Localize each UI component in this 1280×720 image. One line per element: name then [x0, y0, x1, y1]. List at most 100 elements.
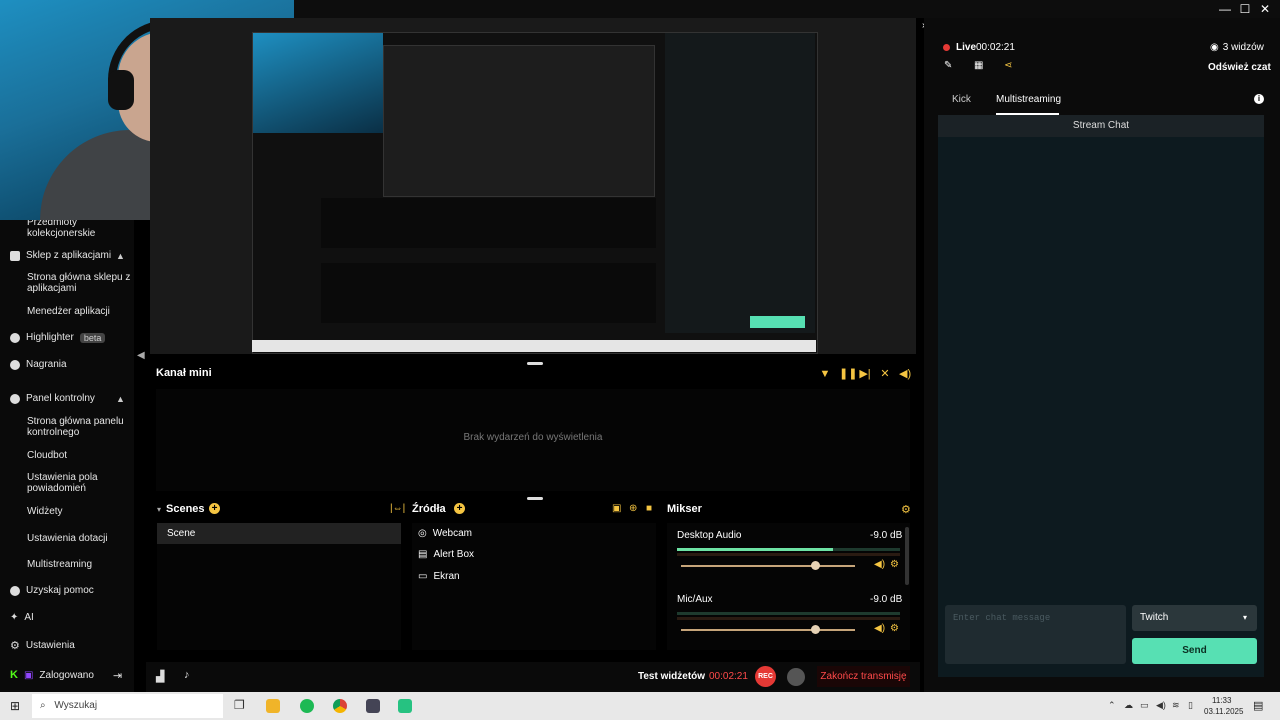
mixer-scrollbar[interactable] — [905, 527, 909, 585]
source-item[interactable]: ▤ Alert Box — [418, 549, 474, 560]
account-status[interactable]: K ▣ Zalogowano — [10, 669, 94, 681]
tab-multistreaming[interactable]: Multistreaming — [996, 94, 1061, 105]
add-source-icon[interactable]: + — [454, 503, 465, 514]
clock-date[interactable]: 03.11.2025 — [1204, 707, 1243, 716]
filter-icon[interactable]: ▼ — [819, 368, 831, 380]
share-icon[interactable]: ⋖ — [1004, 60, 1012, 71]
refresh-chat-button[interactable]: Odśwież czat — [1208, 62, 1271, 73]
sidebar-item-settings[interactable]: ⚙ Ustawienia — [10, 639, 75, 652]
source-item[interactable]: ▭ Ekran — [418, 571, 460, 582]
mixer-title: Mikser — [667, 503, 702, 515]
sidebar-item-app-store[interactable]: Sklep z aplikacjami — [10, 250, 111, 261]
taskbar-search[interactable]: ⌕ Wyszukaj — [32, 694, 223, 718]
clock-time[interactable]: 11:33 — [1212, 696, 1231, 705]
notification-bell-icon[interactable]: ♪ — [184, 669, 190, 681]
chevron-up-icon[interactable]: ▲ — [116, 394, 125, 404]
eye-icon: ◉ — [1210, 42, 1219, 53]
windows-start-icon[interactable]: ⊞ — [10, 699, 20, 713]
sidebar-item-label: Highlighter — [26, 332, 74, 343]
live-dot-icon — [943, 44, 950, 51]
scene-transition-icon[interactable]: |⇔| — [390, 503, 405, 514]
sidebar-item-collectibles[interactable]: Przedmioty kolekcjonerskie — [27, 217, 131, 239]
sidebar-item-highlighter[interactable]: Highlighter beta — [10, 332, 106, 343]
gear-icon[interactable]: ⚙ — [890, 623, 899, 634]
add-scene-icon[interactable]: + — [209, 503, 220, 514]
tray-chevron-icon[interactable]: ⌃ — [1108, 700, 1116, 711]
battery-icon[interactable]: ▯ — [1188, 700, 1193, 711]
stream-preview[interactable] — [252, 32, 818, 354]
resize-handle[interactable] — [527, 362, 543, 365]
caret-down-icon: ▾ — [1242, 613, 1247, 622]
sources-dock — [412, 523, 656, 650]
chat-input[interactable]: Enter chat message — [945, 605, 1126, 664]
volume-slider-knob[interactable] — [810, 561, 820, 570]
sidebar-item-label: Panel kontrolny — [26, 393, 95, 404]
volume-slider[interactable] — [681, 629, 855, 631]
sidebar-item-dashboard[interactable]: Panel kontrolny — [10, 393, 95, 404]
sidebar-item-label: Sklep z aplikacjami — [26, 250, 112, 261]
folder-icon[interactable]: ■ — [646, 503, 652, 514]
clipboard-icon[interactable]: ▦ — [974, 60, 983, 71]
network-icon[interactable]: ▭ — [1140, 700, 1149, 711]
group-icon[interactable]: ⊕ — [629, 503, 637, 514]
source-item[interactable]: ◎ Webcam — [418, 528, 472, 539]
sidebar-item-widgets[interactable]: Widżety — [27, 506, 131, 517]
sidebar-item-recordings[interactable]: Nagrania — [10, 359, 67, 370]
end-stream-button[interactable]: Zakończ transmisję — [817, 666, 910, 687]
sidebar-item-dashboard-home[interactable]: Strona główna panelu kontrolnego — [27, 416, 131, 438]
task-view-icon[interactable]: ❐ — [234, 698, 245, 712]
rec-button[interactable]: REC — [755, 666, 776, 687]
volume-slider[interactable] — [681, 565, 855, 567]
platform-select[interactable]: Twitch ▾ — [1132, 605, 1257, 631]
sidebar-item-donation-settings[interactable]: Ustawienia dotacji — [27, 533, 131, 544]
alert-box-icon: ▤ — [418, 549, 428, 560]
spotify-icon[interactable] — [300, 699, 314, 713]
sidebar-item-help[interactable]: Uzyskaj pomoc — [10, 585, 94, 596]
sidebar-item-multistreaming[interactable]: Multistreaming — [27, 559, 131, 570]
streamlabs-icon[interactable] — [398, 699, 412, 713]
source-label: Alert Box — [433, 549, 475, 560]
account-label: Zalogowano — [39, 669, 94, 681]
chrome-icon[interactable] — [333, 699, 347, 713]
mute-alerts-icon[interactable]: ✕ — [879, 368, 891, 380]
speaker-icon[interactable]: ◀) — [1156, 700, 1166, 711]
sidebar-item-label: AI — [24, 612, 34, 623]
chevron-up-icon[interactable]: ▲ — [116, 251, 125, 261]
scene-item[interactable]: Scene — [157, 523, 401, 544]
sidebar-item-app-store-home[interactable]: Strona główna sklepu z aplikacjami — [27, 272, 131, 294]
notepad-icon[interactable] — [366, 699, 380, 713]
sidebar-item-app-manager[interactable]: Menedżer aplikacji — [27, 306, 131, 317]
resize-handle[interactable] — [527, 497, 543, 500]
skip-icon[interactable]: ▶| — [859, 368, 871, 380]
close-button[interactable]: ✕ — [1258, 2, 1272, 16]
file-explorer-icon[interactable] — [266, 699, 280, 713]
mixer-settings-icon[interactable]: ⚙ — [901, 503, 911, 516]
notifications-icon[interactable]: ▤ — [1253, 699, 1263, 712]
logout-icon[interactable]: ⇥ — [113, 669, 122, 682]
collapse-left-icon[interactable]: ◀ — [137, 350, 145, 361]
send-button[interactable]: Send — [1132, 638, 1257, 664]
info-icon[interactable]: i — [1254, 94, 1264, 104]
speaker-icon[interactable]: ◀) — [874, 623, 885, 634]
kick-logo-icon: K — [10, 669, 18, 681]
mixer-channel-name: Mic/Aux — [677, 594, 713, 605]
speaker-icon[interactable]: ◀) — [874, 559, 885, 570]
sidebar-item-alertbox-settings[interactable]: Ustawienia pola powiadomień — [27, 472, 131, 494]
maximize-button[interactable]: ☐ — [1238, 2, 1252, 16]
wifi-icon[interactable]: ≋ — [1172, 700, 1180, 711]
volume-slider-knob[interactable] — [810, 625, 820, 634]
minimize-button[interactable]: — — [1218, 2, 1232, 16]
chevron-down-icon[interactable]: ▾ — [157, 505, 161, 514]
tab-kick[interactable]: Kick — [952, 94, 971, 105]
gear-icon[interactable]: ⚙ — [890, 559, 899, 570]
source-filters-icon[interactable]: ▣ — [612, 503, 621, 514]
stats-icon[interactable]: ▟ — [156, 670, 164, 683]
volume-icon[interactable]: ◀) — [899, 368, 911, 380]
pause-icon[interactable]: ❚❚ — [839, 368, 857, 380]
cloud-icon[interactable]: ☁ — [1124, 700, 1133, 711]
edit-icon[interactable]: ✎ — [944, 60, 952, 71]
sidebar-item-ai[interactable]: ✦ AI — [10, 612, 34, 623]
test-widgets-button[interactable]: Test widżetów — [638, 671, 705, 682]
replay-buffer-button[interactable] — [787, 668, 805, 686]
sidebar-item-cloudbot[interactable]: Cloudbot — [27, 450, 131, 461]
